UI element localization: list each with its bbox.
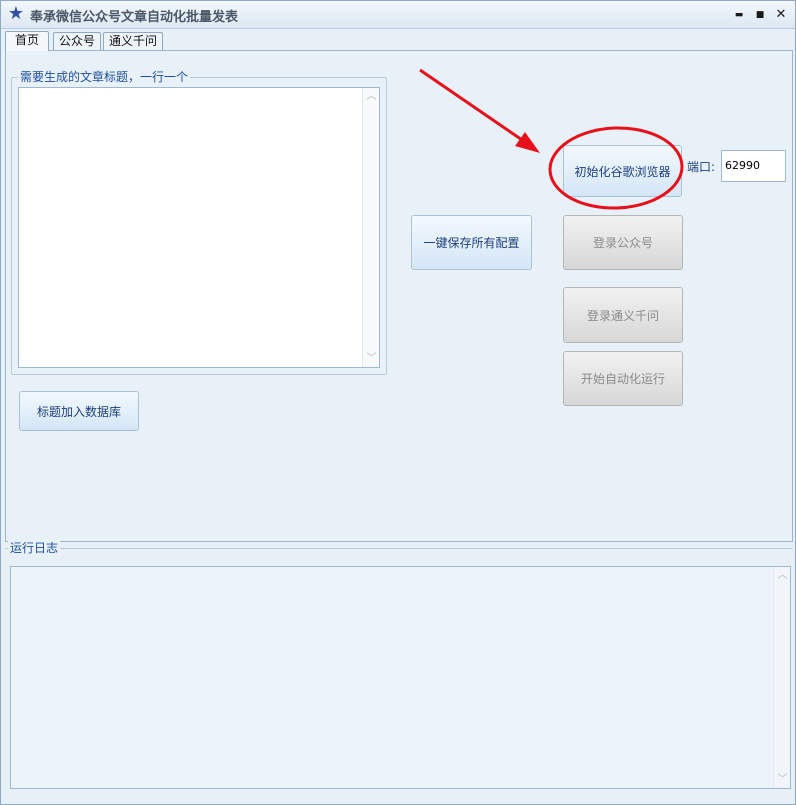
log-scroll-up-icon[interactable]: ︿ [775,568,790,583]
star-icon: ★ [7,3,25,24]
log-scroll-down-icon[interactable]: ﹀ [775,772,790,787]
scroll-up-icon[interactable]: ︿ [364,89,379,104]
login-qwen-button[interactable]: 登录通义千问 [563,287,683,343]
titles-group: 需要生成的文章标题，一行一个 ︿ ﹀ [11,70,387,375]
tab-qwen[interactable]: 通义千问 [103,32,163,50]
start-auto-button[interactable]: 开始自动化运行 [563,351,683,406]
title-bar: ★ 奉承微信公众号文章自动化批量发表 ▬ ■ ✕ [1,1,795,29]
port-label: 端口: [687,160,716,174]
window-title: 奉承微信公众号文章自动化批量发表 [30,10,239,25]
init-browser-button[interactable]: 初始化谷歌浏览器 [563,145,682,197]
port-input[interactable]: 62990 [721,150,786,182]
maximize-button[interactable]: ■ [752,7,768,23]
login-wechat-button[interactable]: 登录公众号 [563,215,683,270]
save-config-button[interactable]: 一键保存所有配置 [411,215,532,270]
titles-group-label: 需要生成的文章标题，一行一个 [18,70,191,84]
log-textarea[interactable]: ︿ ﹀ [10,566,791,789]
tab-wechat[interactable]: 公众号 [53,32,101,50]
minimize-button[interactable]: ▬ [731,7,747,23]
titles-scrollbar[interactable]: ︿ ﹀ [362,88,379,367]
log-scrollbar[interactable]: ︿ ﹀ [773,567,790,788]
titles-textarea[interactable]: ︿ ﹀ [18,87,380,368]
add-titles-button[interactable]: 标题加入数据库 [19,391,139,431]
log-text [11,567,790,571]
titles-text [19,88,379,92]
tab-home[interactable]: 首页 [5,31,49,51]
app-window: ★ 奉承微信公众号文章自动化批量发表 ▬ ■ ✕ 首页 公众号 通义千问 需要生… [0,0,796,805]
home-page: 需要生成的文章标题，一行一个 ︿ ﹀ 标题加入数据库 一键保存所有配置 初始化谷… [5,50,793,542]
log-group-label: 运行日志 [8,541,61,555]
close-button[interactable]: ✕ [773,7,789,23]
log-group: 运行日志 ︿ ﹀ [5,541,793,798]
scroll-down-icon[interactable]: ﹀ [364,351,379,366]
